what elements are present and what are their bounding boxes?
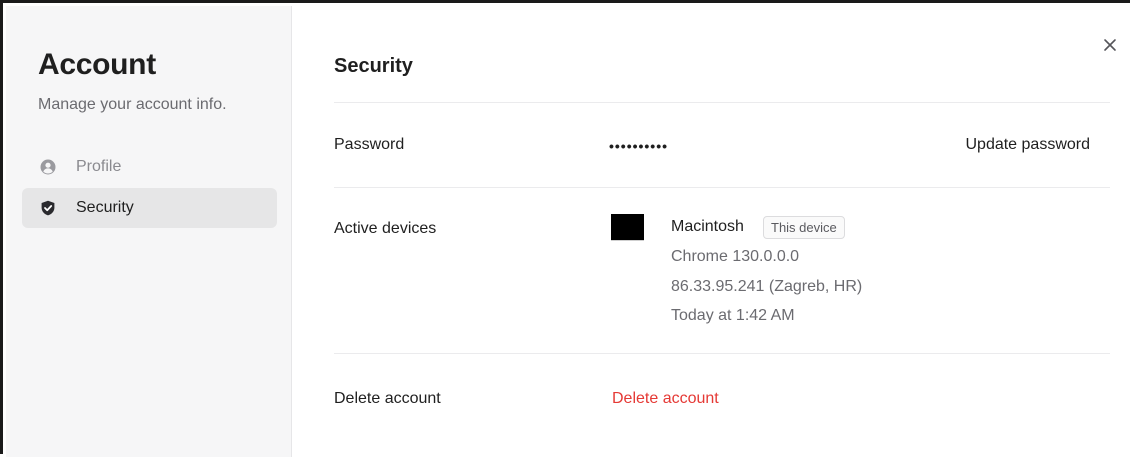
device-location: 86.33.95.241 (Zagreb, HR) xyxy=(671,278,863,295)
sidebar-item-label: Profile xyxy=(76,158,122,175)
security-panel: Security Password •••••••••• Update pass… xyxy=(293,6,1130,457)
update-password-button[interactable]: Update password xyxy=(965,136,1090,154)
sidebar-title: Account xyxy=(38,48,156,81)
close-button[interactable] xyxy=(1099,36,1121,58)
account-modal: Account Manage your account info. Profil… xyxy=(0,0,1130,457)
this-device-badge: This device xyxy=(763,216,845,239)
sidebar-subtitle: Manage your account info. xyxy=(38,96,227,113)
sidebar-item-security[interactable]: Security xyxy=(22,188,277,228)
laptop-icon xyxy=(611,214,644,240)
active-devices-label: Active devices xyxy=(334,220,437,237)
user-circle-icon xyxy=(40,159,56,175)
page-title: Security xyxy=(334,55,413,77)
device-name: Macintosh xyxy=(671,218,744,235)
sidebar-item-profile[interactable]: Profile xyxy=(22,147,277,187)
device-browser: Chrome 130.0.0.0 xyxy=(671,248,800,265)
shield-check-icon xyxy=(40,200,56,216)
account-sidebar: Account Manage your account info. Profil… xyxy=(6,6,292,457)
sidebar-item-label: Security xyxy=(76,199,134,216)
divider xyxy=(334,353,1110,354)
divider xyxy=(334,102,1110,103)
divider xyxy=(334,187,1110,188)
password-masked-value: •••••••••• xyxy=(609,138,669,154)
close-icon xyxy=(1103,38,1117,57)
device-last-active: Today at 1:42 AM xyxy=(671,307,795,324)
delete-account-button[interactable]: Delete account xyxy=(612,390,719,408)
delete-account-label: Delete account xyxy=(334,390,441,407)
password-label: Password xyxy=(334,136,405,153)
